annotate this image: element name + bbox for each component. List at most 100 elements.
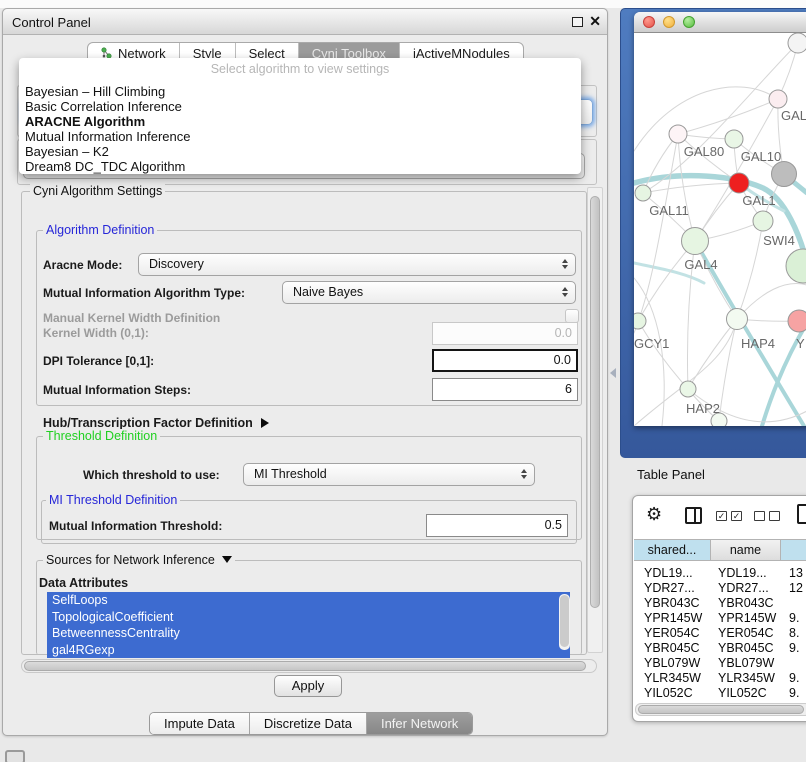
top-strip	[0, 0, 806, 8]
network-canvas[interactable]: GALGAL80GAL10GAL1GAL11SWI4GAL4GCY1HAP4YH…	[634, 33, 806, 426]
attribute-item[interactable]: TopologicalCoefficient	[47, 609, 570, 626]
data-attributes-list[interactable]: SelfLoopsTopologicalCoefficientBetweenne…	[47, 592, 570, 656]
list-scrollbar-thumb[interactable]	[560, 595, 569, 647]
hub-tf-section-toggle[interactable]: Hub/Transcription Factor Definition	[43, 416, 269, 430]
stepper-arrows-icon	[521, 469, 527, 479]
manual-kernel-checkbox[interactable]	[565, 309, 579, 323]
close-icon[interactable]: ✕	[589, 13, 601, 30]
network-node-n-gal11[interactable]	[635, 185, 651, 201]
splitter-collapse-handle[interactable]	[610, 368, 616, 378]
network-view-panel: GALGAL80GAL10GAL1GAL11SWI4GAL4GCY1HAP4YH…	[620, 8, 806, 458]
network-window-titlebar[interactable]	[634, 12, 806, 33]
table-row[interactable]: YBR043CYBR043C	[634, 596, 806, 611]
network-node-n-hap2[interactable]	[680, 381, 696, 397]
network-node-n-gal10[interactable]	[725, 130, 743, 148]
column-header[interactable]: name	[711, 540, 781, 560]
table-cell: YPR145W	[634, 611, 711, 626]
table-cell: YIL052C	[711, 686, 781, 701]
algorithm-option[interactable]: Mutual Information Inference	[19, 129, 581, 144]
stepper-arrows-icon	[562, 287, 568, 297]
network-node-n-gal4[interactable]	[682, 228, 709, 255]
node-label-gal10: GAL10	[741, 149, 781, 164]
collapse-arrow-icon	[222, 556, 232, 563]
network-node-n-gal80[interactable]	[669, 125, 687, 143]
mi-steps-input[interactable]: 6	[432, 378, 578, 401]
column-header[interactable]	[781, 540, 806, 560]
select-all-icon[interactable]: ✓	[716, 511, 727, 521]
column-header[interactable]: shared...	[634, 540, 711, 560]
settings-gear-icon[interactable]: ⚙	[646, 504, 662, 525]
stepper-arrows-icon	[562, 259, 568, 269]
mi-algorithm-type-combobox[interactable]: Naive Bayes	[282, 281, 576, 304]
float-window-icon[interactable]	[572, 17, 583, 27]
table-row[interactable]: YER054CYER054C8.	[634, 626, 806, 641]
which-threshold-combobox[interactable]: MI Threshold	[243, 463, 535, 486]
tab-discretize-data[interactable]: Discretize Data	[249, 713, 366, 734]
settings-group-title: Cyni Algorithm Settings	[30, 184, 165, 198]
network-window: GALGAL80GAL10GAL1GAL11SWI4GAL4GCY1HAP4YH…	[634, 12, 806, 426]
table-cell: YPR145W	[711, 611, 781, 626]
algorithm-option[interactable]: ARACNE Algorithm	[19, 114, 581, 129]
tab-impute-data[interactable]: Impute Data	[150, 713, 249, 734]
select-all-icon[interactable]: ✓	[731, 511, 742, 521]
algorithm-option[interactable]: Basic Correlation Inference	[19, 99, 581, 114]
column-layout-icon[interactable]	[685, 507, 702, 524]
table-cell: YDL19...	[634, 566, 711, 581]
table-row[interactable]: YIL052CYIL052C9.	[634, 686, 806, 701]
network-edge[interactable]	[643, 183, 739, 193]
network-edge[interactable]	[719, 319, 737, 421]
attribute-item[interactable]: gal4RGexp	[47, 642, 570, 659]
table-cell: 9.	[781, 671, 806, 686]
network-edge[interactable]	[737, 221, 763, 319]
network-edge[interactable]	[638, 241, 695, 321]
network-edge[interactable]	[638, 321, 688, 389]
table-cell: YBL079W	[634, 656, 711, 671]
panel-corner-icon[interactable]	[5, 750, 25, 762]
network-node-n-red[interactable]	[729, 173, 749, 193]
attribute-item[interactable]: BetweennessCentrality	[47, 625, 570, 642]
kernel-width-input[interactable]: 0.0	[432, 322, 578, 345]
minimize-traffic-light-icon[interactable]	[663, 16, 675, 28]
attribute-item[interactable]: SelfLoops	[47, 592, 570, 609]
deselect-all-icon[interactable]	[769, 511, 780, 521]
table-row[interactable]: YPR145WYPR145W9.	[634, 611, 806, 626]
network-node-n-salmon[interactable]	[788, 310, 806, 332]
table-scrollbar-thumb[interactable]	[638, 705, 804, 714]
vertical-scrollbar-thumb[interactable]	[590, 196, 600, 608]
network-node-n-gcy1[interactable]	[634, 313, 646, 329]
sources-group-title[interactable]: Sources for Network Inference	[43, 553, 235, 567]
close-traffic-light-icon[interactable]	[643, 16, 655, 28]
algorithm-option[interactable]: Bayesian – K2	[19, 144, 581, 159]
horizontal-scrollbar-thumb[interactable]	[24, 661, 586, 671]
table-row[interactable]: YBL079WYBL079W	[634, 656, 806, 671]
function-page-icon[interactable]	[797, 504, 806, 524]
network-graph[interactable]: GALGAL80GAL10GAL1GAL11SWI4GAL4GCY1HAP4YH…	[634, 33, 806, 426]
settings-vertical-scrollbar[interactable]	[587, 187, 603, 653]
table-row[interactable]: YDR27...YDR27...12	[634, 581, 806, 596]
deselect-all-icon[interactable]	[754, 511, 765, 521]
network-edge[interactable]	[634, 134, 678, 333]
apply-button[interactable]: Apply	[274, 675, 342, 697]
network-node-n-galx[interactable]	[769, 90, 787, 108]
list-scrollbar[interactable]	[559, 594, 570, 650]
table-row[interactable]: YBR045CYBR045C9.	[634, 641, 806, 656]
algorithm-option[interactable]: Bayesian – Hill Climbing	[19, 84, 581, 99]
network-node-n-gal1[interactable]	[753, 211, 773, 231]
network-node-n-gray[interactable]	[772, 162, 797, 187]
mi-threshold-input[interactable]: 0.5	[426, 514, 568, 537]
table-horizontal-scrollbar[interactable]	[635, 703, 806, 716]
network-edge[interactable]	[634, 278, 664, 426]
settings-horizontal-scrollbar[interactable]	[21, 659, 597, 673]
dpi-tolerance-label: DPI Tolerance [0,1]:	[43, 354, 154, 368]
network-edge[interactable]	[678, 99, 778, 134]
aracne-mode-combobox[interactable]: Discovery	[138, 253, 576, 276]
network-node-n-top[interactable]	[788, 33, 806, 53]
network-node-n-swi4[interactable]	[786, 249, 806, 283]
tab-infer-network[interactable]: Infer Network	[366, 713, 472, 734]
table-row[interactable]: YDL19...YDL19...13	[634, 566, 806, 581]
network-node-n-hap4[interactable]	[727, 309, 748, 330]
table-row[interactable]: YLR345WYLR345W9.	[634, 671, 806, 686]
algorithm-option[interactable]: Dream8 DC_TDC Algorithm	[19, 159, 581, 174]
zoom-traffic-light-icon[interactable]	[683, 16, 695, 28]
dpi-tolerance-input[interactable]: 0.0	[432, 349, 578, 372]
